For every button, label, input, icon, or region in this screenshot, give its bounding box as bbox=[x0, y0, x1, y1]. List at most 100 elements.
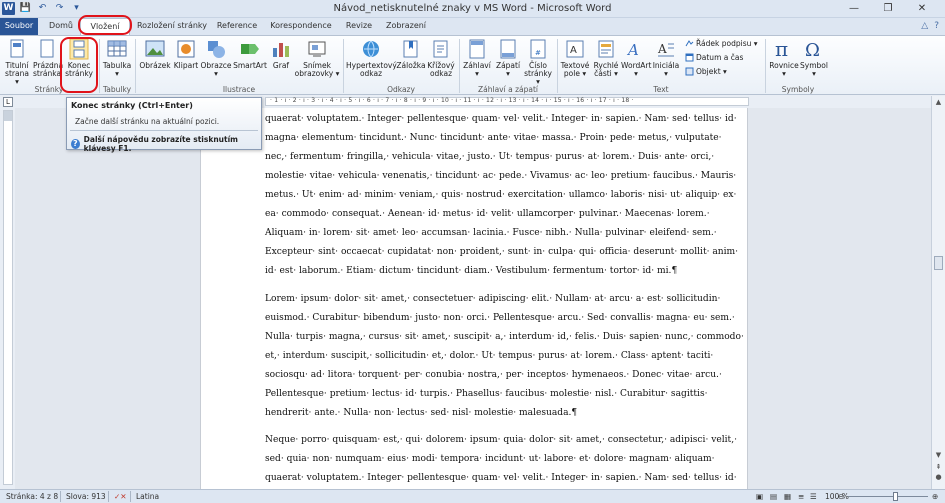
rovnice-button[interactable]: π Rovnice ▾ bbox=[768, 38, 800, 78]
scroll-down-icon[interactable]: ▼ bbox=[933, 450, 944, 460]
tooltip-help-text: Další nápovědu zobrazíte stisknutím kláv… bbox=[83, 135, 238, 153]
tab-domu[interactable]: Domů bbox=[44, 18, 78, 35]
window-title: Návod_netisknutelné znaky v MS Word - Mi… bbox=[333, 3, 612, 14]
quick-parts-icon bbox=[598, 40, 614, 58]
word-count[interactable]: Slova: 913 bbox=[66, 492, 106, 501]
zoom-slider[interactable] bbox=[848, 496, 928, 497]
obrazek-button[interactable]: Obrázek bbox=[138, 38, 172, 70]
scroll-up-icon[interactable]: ▲ bbox=[933, 97, 944, 107]
zalozka-button[interactable]: Záložka bbox=[396, 38, 426, 70]
zapati-button[interactable]: Zápatí ▾ bbox=[493, 38, 523, 78]
tabulka-button[interactable]: Tabulka ▾ bbox=[101, 38, 133, 78]
zoom-level[interactable]: 100 % bbox=[825, 492, 849, 501]
shapes-icon bbox=[208, 41, 225, 58]
konec-stranky-highlight-outline bbox=[60, 37, 98, 93]
svg-text:A: A bbox=[626, 41, 639, 59]
view-draft-icon[interactable]: ☰ bbox=[810, 492, 817, 501]
zahlavi-button[interactable]: Záhlaví ▾ bbox=[461, 38, 493, 78]
klipart-button[interactable]: Klipart bbox=[172, 38, 200, 70]
wordart-icon: A bbox=[626, 41, 639, 59]
help-question-icon: ? bbox=[71, 139, 80, 149]
drop-cap-icon: A bbox=[657, 42, 674, 57]
paragraph-1[interactable]: quaerat· voluptatem.· Integer· pellentes… bbox=[265, 110, 739, 281]
smartart-button[interactable]: SmartArt bbox=[232, 38, 268, 70]
zoom-slider-knob[interactable] bbox=[893, 492, 898, 501]
text-box-icon: A bbox=[566, 40, 584, 58]
signature-line-icon bbox=[685, 40, 694, 47]
tooltip-description: Začne další stránku na aktuální pozici. bbox=[75, 117, 220, 126]
equation-pi-icon: π bbox=[775, 38, 788, 60]
text-line: sociosqu· ad· litora· torquent· per· con… bbox=[265, 370, 722, 380]
scrollbar-thumb[interactable] bbox=[934, 256, 943, 270]
header-icon bbox=[469, 39, 485, 59]
text-line: sed· quia· non· numquam· eius· modi· tem… bbox=[265, 454, 715, 464]
language-indicator[interactable]: Latina bbox=[136, 492, 159, 501]
objekt-button[interactable]: Objekt ▾ bbox=[685, 67, 727, 76]
tab-korespondence[interactable]: Korespondence bbox=[268, 18, 334, 35]
paragraph-2[interactable]: Lorem· ipsum· dolor· sit· amet,· consect… bbox=[265, 290, 744, 423]
svg-text:#: # bbox=[535, 49, 541, 57]
view-outline-icon[interactable]: ≡ bbox=[798, 492, 804, 501]
status-bar: Stránka: 4 z 8 Slova: 913 ✓✕ Latina ▣ ▤ … bbox=[0, 489, 945, 503]
browse-object-icon[interactable]: ● bbox=[933, 472, 944, 482]
tab-rozlozeni-stranky[interactable]: Rozložení stránky bbox=[134, 18, 210, 35]
group-label-odkazy: Odkazy bbox=[387, 85, 415, 94]
cislo-stranky-button[interactable]: # Číslo stránky ▾ bbox=[523, 38, 553, 86]
object-icon bbox=[685, 67, 694, 76]
tooltip-title: Konec stránky (Ctrl+Enter) bbox=[71, 101, 193, 110]
minimize-ribbon-icon[interactable]: △ bbox=[921, 21, 928, 31]
graf-button[interactable]: Graf bbox=[268, 38, 294, 70]
text-line: quaerat· voluptatem.· Integer· pellentes… bbox=[265, 114, 737, 124]
tab-revize[interactable]: Revize bbox=[342, 18, 376, 35]
zoom-out-icon[interactable]: ⊖ bbox=[838, 492, 844, 501]
vlozeni-highlight-outline bbox=[78, 15, 132, 35]
restore-button[interactable]: ❐ bbox=[871, 0, 905, 18]
symbol-button[interactable]: Ω Symbol ▾ bbox=[800, 38, 828, 78]
krizovy-odkaz-button[interactable]: Křížový odkaz bbox=[426, 38, 456, 78]
text-line: metus.· Ut· enim· ad· minim· veniam,· qu… bbox=[265, 190, 737, 200]
titulni-strana-button[interactable]: Titulní strana ▾ bbox=[2, 38, 32, 86]
page-count[interactable]: Stránka: 4 z 8 bbox=[6, 492, 58, 501]
paragraph-3[interactable]: Neque· porro· quisquam· est,· qui· dolor… bbox=[265, 431, 737, 488]
view-print-layout-icon[interactable]: ▣ bbox=[756, 492, 763, 501]
hypertextovy-odkaz-button[interactable]: Hypertextový odkaz bbox=[346, 38, 397, 78]
blank-page-icon bbox=[40, 39, 54, 58]
group-label-tabulky: Tabulky bbox=[102, 85, 132, 94]
tab-selector[interactable]: L bbox=[3, 97, 13, 107]
prev-page-icon[interactable]: ⇞ bbox=[933, 462, 944, 472]
snimek-obrazovky-button[interactable]: Snímek obrazovky ▾ bbox=[294, 38, 340, 78]
datum-cas-button[interactable]: Datum a čas bbox=[685, 53, 743, 62]
radek-podpisu-button[interactable]: Řádek podpisu ▾ bbox=[685, 39, 758, 48]
view-full-screen-icon[interactable]: ▤ bbox=[770, 492, 777, 501]
tab-zobrazeni[interactable]: Zobrazení bbox=[382, 18, 430, 35]
minimize-button[interactable]: — bbox=[837, 0, 871, 18]
proofing-icon[interactable]: ✓✕ bbox=[114, 492, 127, 501]
view-web-layout-icon[interactable]: ▦ bbox=[784, 492, 791, 501]
text-line: Lorem· ipsum· dolor· sit· amet,· consect… bbox=[265, 294, 721, 304]
prazdna-stranka-button[interactable]: Prázdná stránka bbox=[33, 38, 63, 78]
help-icon[interactable]: ? bbox=[934, 21, 939, 31]
calendar-icon bbox=[685, 53, 694, 62]
ribbon: Titulní strana ▾ Prázdná stránka Konec strá… bbox=[0, 35, 945, 95]
vertical-scrollbar[interactable]: ▲ ▼ ⇞ ● bbox=[931, 96, 945, 489]
tab-reference[interactable]: Reference bbox=[214, 18, 260, 35]
document-page[interactable]: quaerat· voluptatem.· Integer· pellentes… bbox=[200, 108, 748, 489]
text-line: Excepteur· sint· occaecat· cupidatat· no… bbox=[265, 247, 739, 257]
svg-text:A: A bbox=[570, 45, 577, 56]
close-button[interactable]: ✕ bbox=[905, 0, 939, 18]
ribbon-tabs: Soubor Domů Vložení Rozložení stránky Re… bbox=[0, 18, 945, 35]
text-line: quaerat· voluptatem.· Integer· pellentes… bbox=[265, 473, 737, 483]
ruler-numbers: · 1 · ı · 2 · ı · 3 · ı · 4 · ı · 5 · ı … bbox=[270, 97, 634, 104]
tab-soubor[interactable]: Soubor bbox=[0, 18, 38, 35]
textove-pole-button[interactable]: A Textové pole ▾ bbox=[559, 38, 591, 78]
group-label-symboly: Symboly bbox=[781, 85, 815, 94]
zoom-in-icon[interactable]: ⊕ bbox=[932, 492, 938, 501]
wordart-button[interactable]: A WordArt ▾ bbox=[621, 38, 651, 78]
picture-icon bbox=[145, 40, 165, 57]
document-area: quaerat· voluptatem.· Integer· pellentes… bbox=[15, 108, 931, 489]
group-label-zahlavi-zapati: Záhlaví a zápatí bbox=[478, 85, 538, 94]
obrazce-button[interactable]: Obrazce ▾ bbox=[200, 38, 232, 78]
inicala-button[interactable]: A Iniciála ▾ bbox=[651, 38, 681, 78]
vertical-ruler[interactable] bbox=[3, 110, 13, 485]
rychle-casti-button[interactable]: Rychlé části ▾ bbox=[591, 38, 621, 78]
